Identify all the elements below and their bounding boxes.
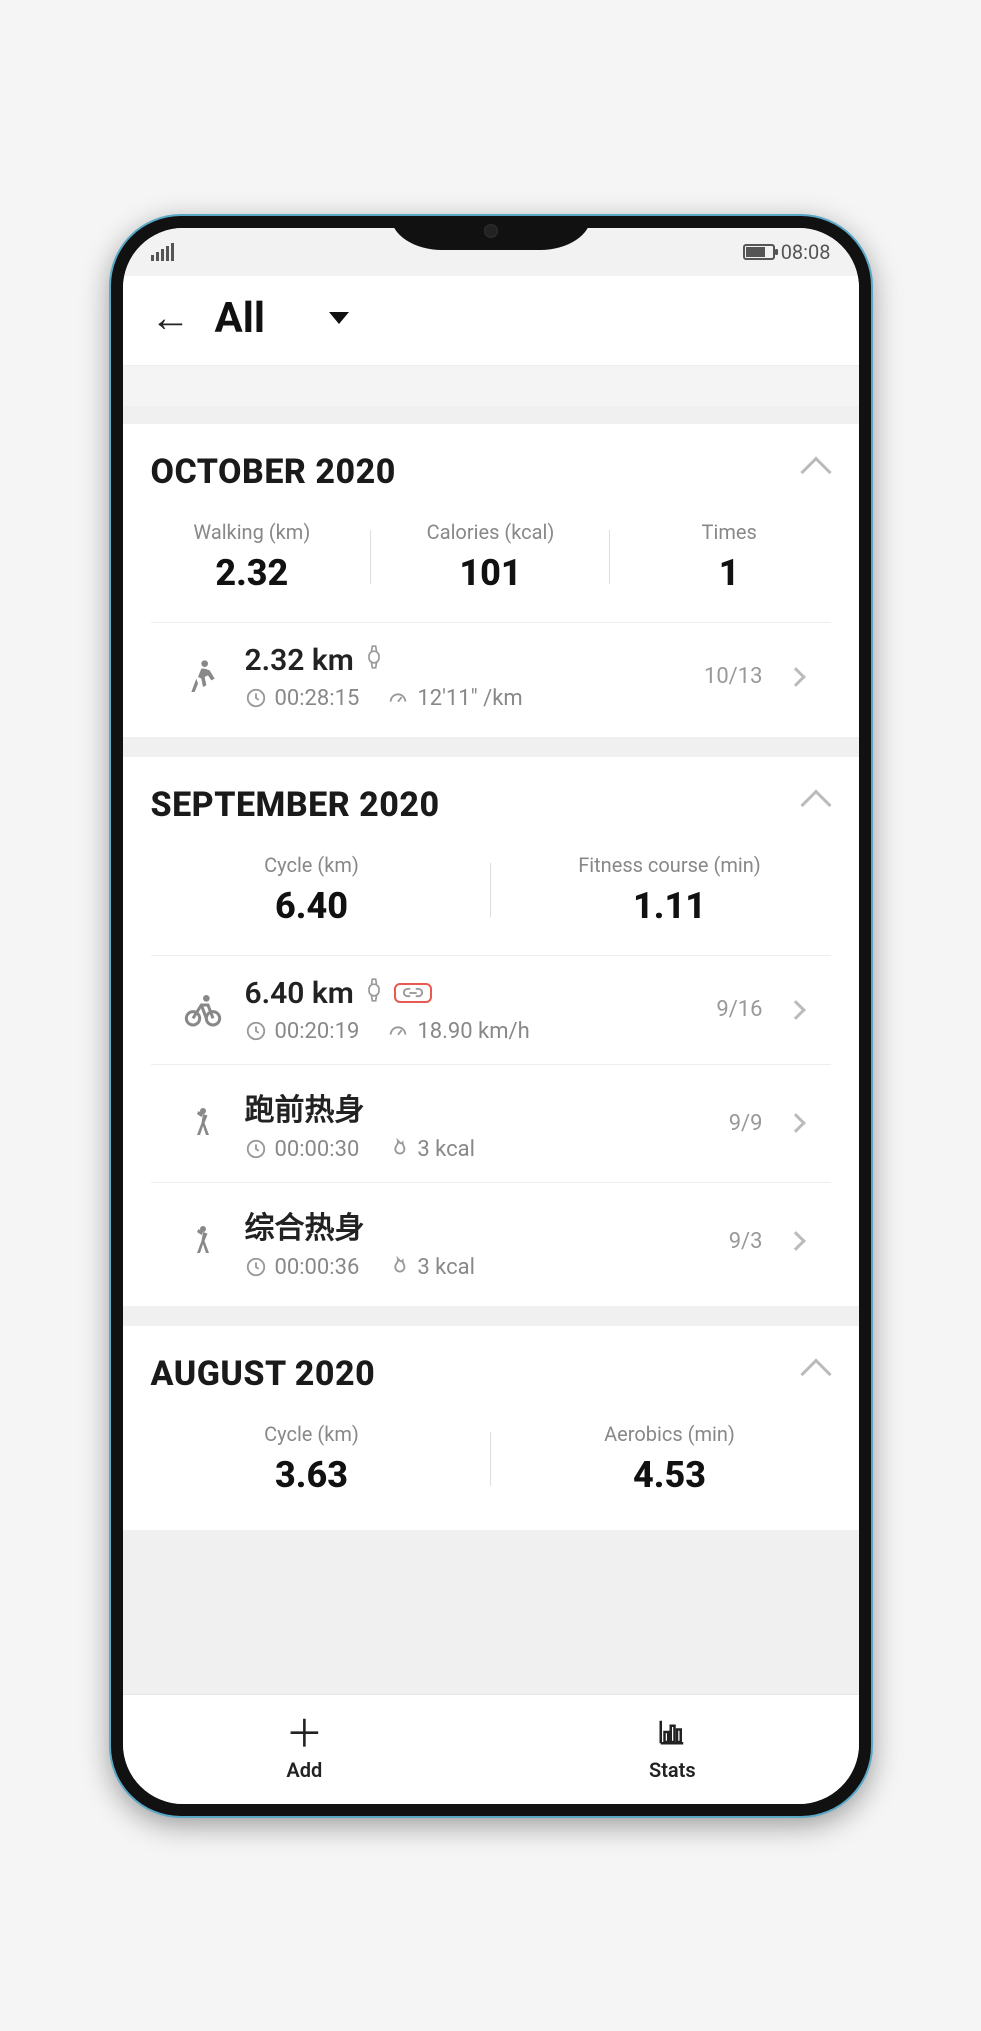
- summary-label: Fitness course (min): [491, 853, 849, 877]
- chevron-up-icon: [800, 789, 831, 820]
- activity-title: 跑前热身: [245, 1085, 365, 1129]
- chart-icon: [655, 1716, 689, 1754]
- activity-row[interactable]: 6.40 km 00:20:19 18.90 km/h 9/16: [151, 955, 831, 1064]
- month-section: AUGUST 2020 Cycle (km) 3.63Aerobics (min…: [123, 1326, 859, 1530]
- month-summary: Cycle (km) 3.63Aerobics (min) 4.53: [123, 1404, 859, 1524]
- month-summary: Walking (km) 2.32Calories (kcal) 101Time…: [123, 502, 859, 622]
- activity-main: 综合热身 00:00:36 3 kcal: [245, 1203, 711, 1280]
- walk-icon: [179, 653, 227, 701]
- activity-date: 9/9: [729, 1111, 763, 1136]
- chevron-up-icon: [800, 456, 831, 487]
- activity-main: 跑前热身 00:00:30 3 kcal: [245, 1085, 711, 1162]
- page-title: All: [215, 294, 265, 343]
- activity-row[interactable]: 跑前热身 00:00:30 3 kcal 9/9: [151, 1064, 831, 1182]
- metric: 18.90 km/h: [387, 1019, 529, 1044]
- watch-icon: [364, 976, 384, 1011]
- summary-label: Times: [610, 520, 849, 544]
- summary-value: 101: [371, 552, 610, 594]
- activity-main: 6.40 km 00:20:19 18.90 km/h: [245, 976, 699, 1044]
- phone-notch: [391, 216, 591, 250]
- summary-label: Aerobics (min): [491, 1422, 849, 1446]
- metric: 3 kcal: [387, 1137, 475, 1162]
- month-header[interactable]: OCTOBER 2020: [123, 424, 859, 502]
- month-section: SEPTEMBER 2020 Cycle (km) 6.40Fitness co…: [123, 757, 859, 1306]
- summary-cell: Calories (kcal) 101: [371, 520, 610, 594]
- battery-icon: [743, 244, 775, 260]
- duration: 00:28:15: [245, 686, 360, 711]
- activity-date: 9/16: [716, 997, 762, 1022]
- activity-date: 10/13: [704, 664, 763, 689]
- chevron-right-icon: [786, 1113, 806, 1133]
- chevron-up-icon: [800, 1358, 831, 1389]
- back-button[interactable]: ←: [151, 298, 191, 338]
- summary-value: 1.11: [491, 885, 849, 927]
- summary-label: Calories (kcal): [371, 520, 610, 544]
- summary-cell: Fitness course (min) 1.11: [491, 853, 849, 927]
- summary-cell: Aerobics (min) 4.53: [491, 1422, 849, 1496]
- activity-main: 2.32 km 00:28:15 12'11" /km: [245, 643, 686, 711]
- nav-stats-label: Stats: [649, 1758, 696, 1782]
- activity-row[interactable]: 综合热身 00:00:36 3 kcal 9/3: [151, 1182, 831, 1300]
- link-badge-icon: [394, 983, 432, 1003]
- phone-screen: 08:08 ← All OCTOBER 2020 Walking (km) 2.…: [123, 228, 859, 1804]
- summary-cell: Cycle (km) 6.40: [133, 853, 491, 927]
- stretch-icon: [179, 1099, 227, 1147]
- plus-icon: ＋: [285, 1716, 323, 1754]
- activity-title: 综合热身: [245, 1203, 365, 1247]
- activity-row[interactable]: 2.32 km 00:28:15 12'11" /km 10/13: [151, 622, 831, 731]
- summary-value: 1: [610, 552, 849, 594]
- bottom-nav: ＋ Add Stats: [123, 1694, 859, 1804]
- signal-icon: [151, 243, 174, 261]
- duration: 00:20:19: [245, 1019, 360, 1044]
- filter-dropdown[interactable]: [329, 312, 349, 324]
- month-summary: Cycle (km) 6.40Fitness course (min) 1.11: [123, 835, 859, 955]
- month-title: OCTOBER 2020: [151, 452, 396, 492]
- summary-label: Walking (km): [133, 520, 372, 544]
- summary-cell: Times 1: [610, 520, 849, 594]
- metric: 12'11" /km: [387, 686, 522, 711]
- month-title: AUGUST 2020: [151, 1354, 376, 1394]
- summary-value: 2.32: [133, 552, 372, 594]
- activity-title: 2.32 km: [245, 643, 354, 678]
- month-title: SEPTEMBER 2020: [151, 785, 440, 825]
- chevron-right-icon: [786, 667, 806, 687]
- nav-add[interactable]: ＋ Add: [285, 1716, 323, 1782]
- duration: 00:00:30: [245, 1137, 360, 1162]
- cycle-icon: [179, 986, 227, 1034]
- nav-stats[interactable]: Stats: [649, 1716, 696, 1782]
- summary-value: 6.40: [133, 885, 491, 927]
- nav-add-label: Add: [286, 1758, 322, 1782]
- month-section: OCTOBER 2020 Walking (km) 2.32Calories (…: [123, 424, 859, 737]
- content-scroll[interactable]: OCTOBER 2020 Walking (km) 2.32Calories (…: [123, 366, 859, 1694]
- activity-date: 9/3: [729, 1229, 763, 1254]
- summary-label: Cycle (km): [133, 853, 491, 877]
- summary-label: Cycle (km): [133, 1422, 491, 1446]
- month-header[interactable]: AUGUST 2020: [123, 1326, 859, 1404]
- stretch-icon: [179, 1217, 227, 1265]
- previous-partial-row: [123, 366, 859, 406]
- summary-cell: Walking (km) 2.32: [133, 520, 372, 594]
- watch-icon: [364, 643, 384, 678]
- duration: 00:00:36: [245, 1255, 360, 1280]
- phone-frame: 08:08 ← All OCTOBER 2020 Walking (km) 2.…: [111, 216, 871, 1816]
- chevron-right-icon: [786, 1231, 806, 1251]
- chevron-right-icon: [786, 1000, 806, 1020]
- metric: 3 kcal: [387, 1255, 475, 1280]
- activity-title: 6.40 km: [245, 976, 354, 1011]
- summary-value: 3.63: [133, 1454, 491, 1496]
- summary-cell: Cycle (km) 3.63: [133, 1422, 491, 1496]
- status-time: 08:08: [781, 240, 831, 264]
- month-header[interactable]: SEPTEMBER 2020: [123, 757, 859, 835]
- summary-value: 4.53: [491, 1454, 849, 1496]
- app-header: ← All: [123, 276, 859, 366]
